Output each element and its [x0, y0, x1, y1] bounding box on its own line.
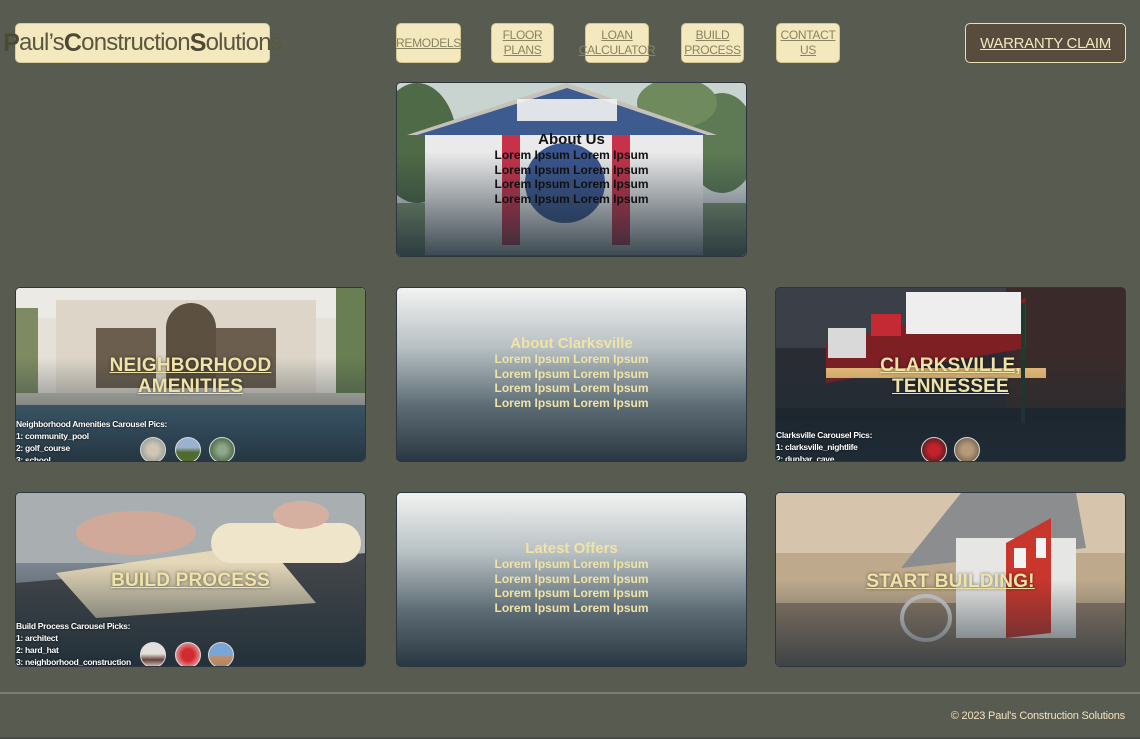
title-line: START BUILDING!	[866, 571, 1035, 592]
latest-offers-line: Lorem Ipsum Lorem Ipsum	[494, 557, 649, 571]
brand-logo[interactable]: Paul’s Construction Solutions	[3, 23, 283, 63]
about-clarksville-card[interactable]: About Clarksville Lorem Ipsum Lorem Ipsu…	[396, 287, 747, 462]
about-us-line: Lorem Ipsum Lorem Ipsum	[494, 191, 649, 206]
carousel-thumb-golf-course[interactable]	[175, 437, 201, 461]
footer-divider	[0, 692, 1140, 694]
about-clarksville-line: Lorem Ipsum Lorem Ipsum	[494, 381, 649, 395]
footer-copyright: © 2023 Paul's Construction Solutions	[950, 710, 1125, 722]
carousel-caption: Clarksville Carousel Pics: 1: clarksvill…	[776, 429, 873, 462]
about-us-content: About Us Lorem Ipsum Lorem Ipsum Lorem I…	[397, 132, 746, 206]
nav-loan-calculator-button[interactable]: LOAN CALCULATOR	[579, 23, 656, 63]
latest-offers-card[interactable]: Latest Offers Lorem Ipsum Lorem Ipsum Lo…	[396, 492, 747, 667]
latest-offers-content: Latest Offers Lorem Ipsum Lorem Ipsum Lo…	[397, 541, 746, 615]
about-us-line: Lorem Ipsum Lorem Ipsum	[494, 162, 649, 177]
warranty-claim-button[interactable]: WARRANTY CLAIM	[965, 23, 1126, 63]
nav-label: CALCULATOR	[578, 43, 656, 57]
latest-offers-title: Latest Offers	[525, 540, 618, 557]
brand-initial: P	[3, 28, 20, 57]
start-building-title[interactable]: START BUILDING!	[776, 571, 1125, 592]
nav-contact-us-button[interactable]: CONTACT US	[776, 23, 840, 63]
brand-text: olutions	[205, 29, 283, 56]
about-us-line: Lorem Ipsum Lorem Ipsum	[494, 177, 649, 191]
nav-label: PROCESS	[684, 43, 741, 57]
build-process-title[interactable]: BUILD PROCESS	[16, 570, 365, 591]
caption-line: 2: hard_hat	[16, 645, 59, 655]
caption-line: 2: dunbar_cave	[776, 454, 835, 462]
carousel-thumb-community-pool[interactable]	[140, 437, 166, 461]
brand-initial: S	[189, 28, 207, 57]
nav-floor-plans-button[interactable]: FLOOR PLANS	[491, 23, 554, 63]
neighborhood-amenities-card[interactable]: NEIGHBORHOOD AMENITIES Neighborhood Amen…	[15, 287, 366, 462]
brand-text: aul’s	[18, 29, 65, 56]
latest-offers-line: Lorem Ipsum Lorem Ipsum	[494, 586, 649, 600]
nav-remodels-button[interactable]: REMODELS	[396, 23, 461, 63]
carousel-thumb-hard-hat[interactable]	[175, 642, 201, 666]
nav-label: REMODELS	[396, 35, 461, 50]
nav-label: LOAN	[601, 28, 633, 42]
caption-line: 1: clarksville_nightlife	[776, 442, 858, 452]
caption-line: Neighborhood Amenities Carousel Pics:	[16, 419, 168, 429]
nav-label: FLOOR	[502, 28, 543, 42]
carousel-thumb-school[interactable]	[209, 437, 235, 461]
brand-text: onstruction	[81, 29, 190, 56]
title-line: CLARKSVILLE,	[880, 355, 1021, 376]
title-line: AMENITIES	[137, 376, 244, 397]
about-us-title: About Us	[538, 131, 605, 148]
caption-line: Clarksville Carousel Pics:	[776, 430, 873, 440]
start-building-card[interactable]: START BUILDING!	[775, 492, 1126, 667]
carousel-thumb-clarksville-nightlife[interactable]	[921, 437, 947, 461]
caption-line: 1: architect	[16, 633, 58, 643]
about-clarksville-content: About Clarksville Lorem Ipsum Lorem Ipsu…	[397, 336, 746, 410]
about-clarksville-line: Lorem Ipsum Lorem Ipsum	[494, 366, 649, 381]
build-process-card[interactable]: BUILD PROCESS Build Process Carousel Pic…	[15, 492, 366, 667]
about-us-line: Lorem Ipsum Lorem Ipsum	[494, 148, 649, 162]
nav-label: BUILD	[695, 28, 730, 42]
about-clarksville-line: Lorem Ipsum Lorem Ipsum	[494, 395, 649, 410]
nav-build-process-button[interactable]: BUILD PROCESS	[681, 23, 744, 63]
brand-initial: C	[63, 28, 82, 57]
title-line: NEIGHBORHOOD	[109, 355, 272, 376]
caption-line: 3: neighborhood_construction	[16, 657, 131, 667]
carousel-thumb-dunbar-cave[interactable]	[954, 437, 980, 461]
clarksville-tennessee-card[interactable]: CLARKSVILLE, TENNESSEE Clarksville Carou…	[775, 287, 1126, 462]
clarksville-tennessee-title[interactable]: CLARKSVILLE, TENNESSEE	[776, 355, 1125, 397]
carousel-thumb-architect[interactable]	[140, 642, 166, 666]
warranty-claim-label: WARRANTY CLAIM	[980, 34, 1111, 52]
caption-line: Build Process Carousel Picks:	[16, 621, 131, 631]
title-line: TENNESSEE	[892, 376, 1009, 397]
neighborhood-amenities-title[interactable]: NEIGHBORHOOD AMENITIES	[16, 355, 365, 397]
nav-label: US	[799, 43, 817, 57]
latest-offers-line: Lorem Ipsum Lorem Ipsum	[494, 571, 649, 586]
about-clarksville-line: Lorem Ipsum Lorem Ipsum	[494, 352, 649, 366]
carousel-caption: Build Process Carousel Picks: 1: archite…	[16, 620, 131, 667]
carousel-thumb-neighborhood-construction[interactable]	[208, 642, 234, 666]
about-clarksville-title: About Clarksville	[510, 335, 633, 352]
latest-offers-line: Lorem Ipsum Lorem Ipsum	[494, 600, 649, 615]
nav-label: CONTACT	[780, 28, 836, 42]
title-line: BUILD PROCESS	[111, 570, 270, 591]
nav-label: PLANS	[503, 43, 542, 57]
about-us-card[interactable]: About Us Lorem Ipsum Lorem Ipsum Lorem I…	[396, 82, 747, 257]
